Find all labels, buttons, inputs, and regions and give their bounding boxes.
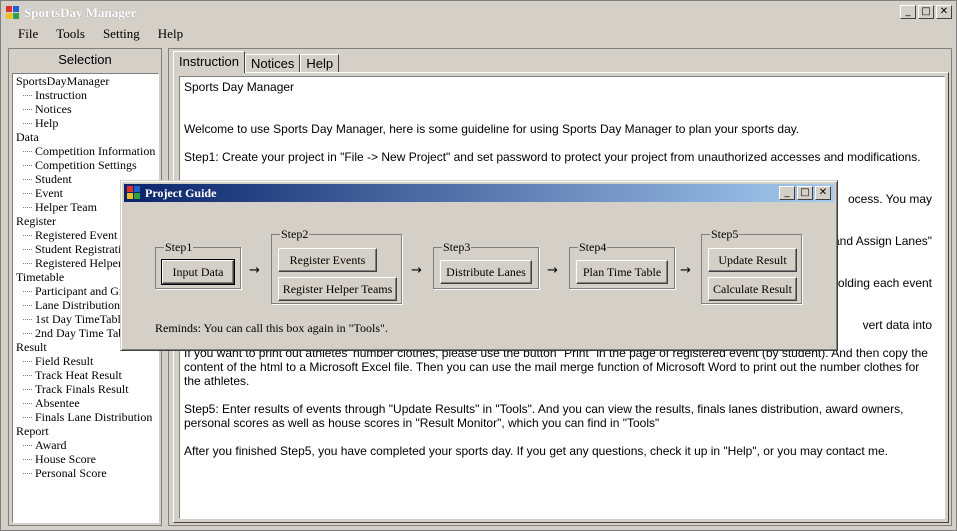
dialog-title-bar: Project Guide _ □ ✕ (124, 184, 834, 202)
arrow-icon: → (680, 263, 691, 278)
step5-group: Step5 Update Result Calculate Result (701, 227, 802, 304)
menu-setting[interactable]: Setting (94, 26, 149, 42)
tab-help[interactable]: Help (300, 54, 340, 73)
arrow-icon: → (249, 263, 260, 278)
minimize-button[interactable]: _ (900, 5, 916, 19)
step4-group: Step4 Plan Time Table (569, 240, 675, 289)
tree-item[interactable]: Field Result (13, 354, 158, 368)
instruction-step1: Step1: Create your project in "File -> N… (184, 150, 921, 164)
dialog-title: Project Guide (145, 185, 217, 200)
step3-group: Step3 Distribute Lanes (433, 240, 539, 289)
step3-label: Step3 (442, 240, 472, 254)
menu-bar: File Tools Setting Help (3, 24, 192, 44)
instruction-print: If you want to print out athletes' numbe… (184, 346, 928, 388)
menu-help[interactable]: Help (149, 26, 192, 42)
register-helper-teams-button[interactable]: Register Helper Teams (278, 277, 397, 301)
tree-item[interactable]: Personal Score (13, 466, 158, 480)
menu-file[interactable]: File (3, 26, 47, 42)
plan-time-table-button[interactable]: Plan Time Table (576, 260, 668, 284)
tree-group[interactable]: SportsDayManager (13, 74, 158, 88)
tab-strip: Instruction Notices Help (173, 51, 340, 73)
window-title: SportsDay Manager (24, 4, 137, 20)
tab-notices[interactable]: Notices (244, 54, 301, 73)
step1-group: Step1 Input Data (155, 240, 241, 289)
update-result-button[interactable]: Update Result (708, 248, 797, 272)
selection-header: Selection (58, 52, 112, 67)
tree-item[interactable]: House Score (13, 452, 158, 466)
remind-text: Reminds: You can call this box again in … (155, 321, 388, 335)
step1-label: Step1 (164, 240, 194, 254)
tree-item[interactable]: Notices (13, 102, 158, 116)
instruction-step5: Step5: Enter results of events through "… (184, 402, 904, 430)
step5-label: Step5 (710, 227, 740, 241)
tree-item[interactable]: Competition Information (13, 144, 158, 158)
tree-item[interactable]: Competition Settings (13, 158, 158, 172)
partially-hidden-text: ocess. You may and Assign Lanes" olding … (833, 192, 932, 332)
instruction-welcome: Welcome to use Sports Day Manager, here … (184, 122, 800, 136)
input-data-button[interactable]: Input Data (161, 259, 235, 285)
close-button[interactable]: ✕ (936, 5, 952, 19)
menu-tools[interactable]: Tools (47, 26, 94, 42)
tree-group[interactable]: Data (13, 130, 158, 144)
maximize-button[interactable]: □ (918, 5, 934, 19)
tree-item[interactable]: Absentee (13, 396, 158, 410)
step4-label: Step4 (578, 240, 608, 254)
tab-instruction[interactable]: Instruction (173, 51, 245, 73)
tree-item[interactable]: Finals Lane Distribution (13, 410, 158, 424)
register-events-button[interactable]: Register Events (278, 248, 377, 272)
arrow-icon: → (547, 263, 558, 278)
calculate-result-button[interactable]: Calculate Result (708, 277, 797, 301)
step2-label: Step2 (280, 227, 310, 241)
tree-item[interactable]: Award (13, 438, 158, 452)
tree-item[interactable]: Track Heat Result (13, 368, 158, 382)
dialog-icon (127, 186, 141, 200)
app-icon (6, 5, 20, 20)
step2-group: Step2 Register Events Register Helper Te… (271, 227, 402, 304)
tree-group[interactable]: Report (13, 424, 158, 438)
dialog-close-button[interactable]: ✕ (815, 186, 831, 200)
partial-line-1: ocess. You may (847, 192, 932, 206)
project-guide-dialog: Project Guide _ □ ✕ Step1 Input Data → S… (120, 180, 838, 351)
instruction-finish: After you finished Step5, you have compl… (184, 444, 889, 458)
partial-line-2: and Assign Lanes" (833, 234, 932, 248)
tree-item[interactable]: Help (13, 116, 158, 130)
tree-item[interactable]: Track Finals Result (13, 382, 158, 396)
title-bar: SportsDay Manager _ □ ✕ (3, 3, 954, 22)
instruction-heading: Sports Day Manager (184, 80, 295, 94)
arrow-icon: → (411, 263, 422, 278)
partial-line-4: vert data into (862, 318, 932, 332)
distribute-lanes-button[interactable]: Distribute Lanes (440, 260, 532, 284)
dialog-minimize-button[interactable]: _ (779, 186, 795, 200)
partial-line-3: olding each event (837, 276, 932, 290)
dialog-maximize-button[interactable]: □ (797, 186, 813, 200)
tree-item[interactable]: Instruction (13, 88, 158, 102)
